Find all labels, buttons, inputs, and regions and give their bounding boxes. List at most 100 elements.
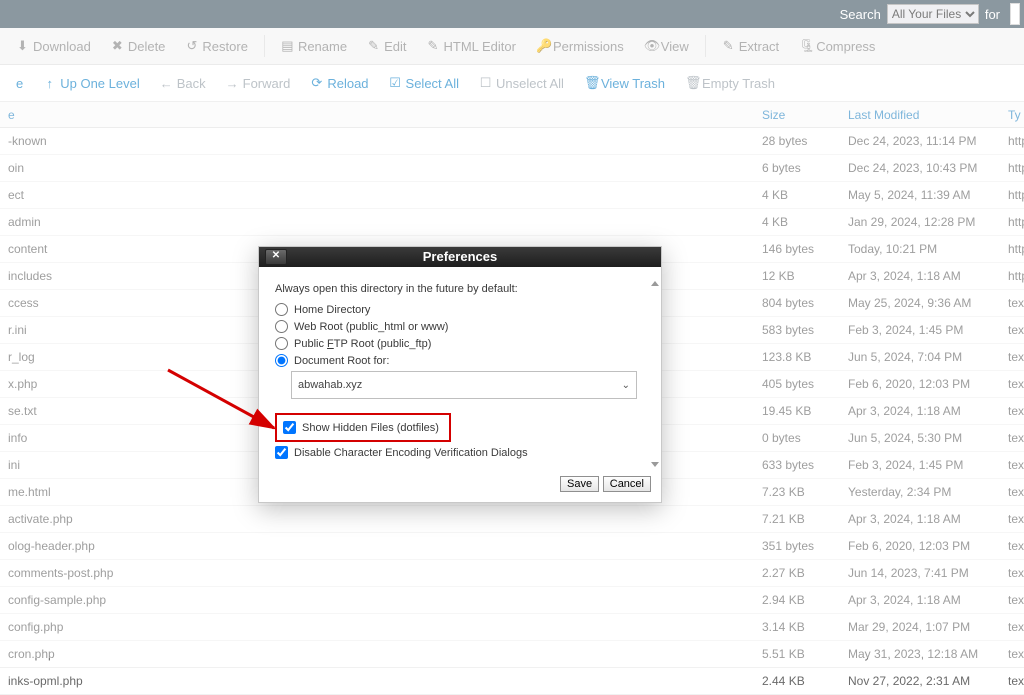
cell-type: tex [1000,512,1024,526]
table-row[interactable]: -known28 bytesDec 24, 2023, 11:14 PMhttp [0,128,1024,155]
reload-button[interactable]: ⟳Reload [302,71,376,95]
cell-size: 4 KB [754,188,840,202]
extract-button[interactable]: ✎Extract [714,34,787,58]
cell-type: tex [1000,485,1024,499]
select-all-icon: ☑ [389,75,402,91]
close-icon[interactable]: ✕ [265,249,287,265]
cell-name: cron.php [0,647,754,661]
checkbox-show-hidden[interactable] [283,421,296,434]
cell-type: http [1000,215,1024,229]
table-row[interactable]: olog-header.php351 bytesFeb 6, 2020, 12:… [0,533,1024,560]
modal-scrollbar[interactable] [653,281,659,467]
compress-button[interactable]: 🗜Compress [791,34,883,58]
table-row[interactable]: config.php3.14 KBMar 29, 2024, 1:07 PMte… [0,614,1024,641]
cancel-button[interactable]: Cancel [603,476,651,492]
table-row[interactable]: activate.php7.21 KBApr 3, 2024, 1:18 AMt… [0,506,1024,533]
option-ftp-root[interactable]: Public FTP Root (public_ftp) [275,337,645,350]
cell-modified: Jun 5, 2024, 7:04 PM [840,350,1000,364]
cell-size: 804 bytes [754,296,840,310]
edit-button[interactable]: ✎Edit [359,34,414,58]
cell-name: config-sample.php [0,593,754,607]
search-scope-select[interactable]: All Your Files [887,4,979,24]
column-type[interactable]: Ty [1000,108,1024,122]
table-row[interactable]: admin4 KBJan 29, 2024, 12:28 PMhttp [0,209,1024,236]
view-button[interactable]: 👁View [636,34,697,58]
option-home-directory[interactable]: Home Directory [275,303,645,316]
search-label: Search [840,7,881,22]
cell-type: tex [1000,350,1024,364]
radio-ftp[interactable] [275,337,288,350]
radio-home[interactable] [275,303,288,316]
option-web-root[interactable]: Web Root (public_html or www) [275,320,645,333]
cell-name: comments-post.php [0,566,754,580]
cell-modified: Apr 3, 2024, 1:18 AM [840,404,1000,418]
cell-modified: Apr 3, 2024, 1:18 AM [840,512,1000,526]
cell-size: 2.44 KB [754,674,840,688]
cell-modified: Jun 5, 2024, 5:30 PM [840,431,1000,445]
preferences-modal: ✕ Preferences Always open this directory… [258,246,662,503]
table-header: e Size Last Modified Ty [0,102,1024,128]
permissions-button[interactable]: 🔑Permissions [528,34,632,58]
option-doc-root[interactable]: Document Root for: [275,354,645,367]
cell-type: http [1000,161,1024,175]
delete-button[interactable]: ✖Delete [103,34,174,58]
modal-footer: Save Cancel [259,469,661,502]
save-button[interactable]: Save [560,476,599,492]
modal-title: Preferences [423,249,497,264]
cell-size: 0 bytes [754,431,840,445]
download-icon: ⬇ [16,38,29,54]
search-input[interactable] [1010,3,1020,25]
toolbar-separator [264,35,265,57]
cell-type: tex [1000,593,1024,607]
forward-button[interactable]: →Forward [218,72,299,95]
option-disable-encoding[interactable]: Disable Character Encoding Verification … [275,446,645,459]
column-size[interactable]: Size [754,108,840,122]
cell-size: 583 bytes [754,323,840,337]
cell-size: 4 KB [754,215,840,229]
view-trash-button[interactable]: 🗑View Trash [576,71,673,95]
e-button[interactable]: e [8,72,31,95]
modal-legend: Always open this directory in the future… [275,283,645,295]
download-button[interactable]: ⬇Download [8,34,99,58]
cell-name: ect [0,188,754,202]
cell-size: 405 bytes [754,377,840,391]
cell-name: olog-header.php [0,539,754,553]
table-row[interactable]: inks-opml.php2.44 KBNov 27, 2022, 2:31 A… [0,668,1024,695]
domain-select[interactable]: abwahab.xyz ⌄ [291,371,637,399]
secondary-toolbar: e ↑Up One Level ←Back →Forward ⟳Reload ☑… [0,65,1024,102]
checkbox-disable-encoding[interactable] [275,446,288,459]
table-row[interactable]: comments-post.php2.27 KBJun 14, 2023, 7:… [0,560,1024,587]
unselect-all-button[interactable]: ☐Unselect All [471,71,572,95]
cell-size: 146 bytes [754,242,840,256]
cell-type: tex [1000,377,1024,391]
cell-size: 7.23 KB [754,485,840,499]
cell-size: 2.94 KB [754,593,840,607]
table-row[interactable]: ect4 KBMay 5, 2024, 11:39 AMhttp [0,182,1024,209]
table-row[interactable]: cron.php5.51 KBMay 31, 2023, 12:18 AMtex [0,641,1024,668]
cell-name: activate.php [0,512,754,526]
up-one-level-button[interactable]: ↑Up One Level [35,72,148,95]
cell-type: http [1000,269,1024,283]
select-all-button[interactable]: ☑Select All [381,71,467,95]
option-show-hidden[interactable]: Show Hidden Files (dotfiles) [283,421,443,434]
rename-button[interactable]: ▤Rename [273,34,355,58]
up-icon: ↑ [43,76,56,91]
for-label: for [985,7,1000,22]
permissions-icon: 🔑 [536,38,549,54]
empty-trash-button[interactable]: 🗑Empty Trash [677,71,783,95]
column-name[interactable]: e [0,108,754,122]
column-modified[interactable]: Last Modified [840,108,1000,122]
cell-modified: Feb 6, 2020, 12:03 PM [840,539,1000,553]
radio-docroot[interactable] [275,354,288,367]
cell-modified: Feb 3, 2024, 1:45 PM [840,458,1000,472]
cell-modified: May 5, 2024, 11:39 AM [840,188,1000,202]
reload-icon: ⟳ [310,75,323,91]
table-row[interactable]: oin6 bytesDec 24, 2023, 10:43 PMhttp [0,155,1024,182]
radio-webroot[interactable] [275,320,288,333]
html-editor-button[interactable]: ✎HTML Editor [418,34,523,58]
cell-type: tex [1000,647,1024,661]
restore-button[interactable]: ↺Restore [177,34,256,58]
modal-titlebar[interactable]: ✕ Preferences [259,247,661,267]
table-row[interactable]: config-sample.php2.94 KBApr 3, 2024, 1:1… [0,587,1024,614]
back-button[interactable]: ←Back [152,72,214,95]
